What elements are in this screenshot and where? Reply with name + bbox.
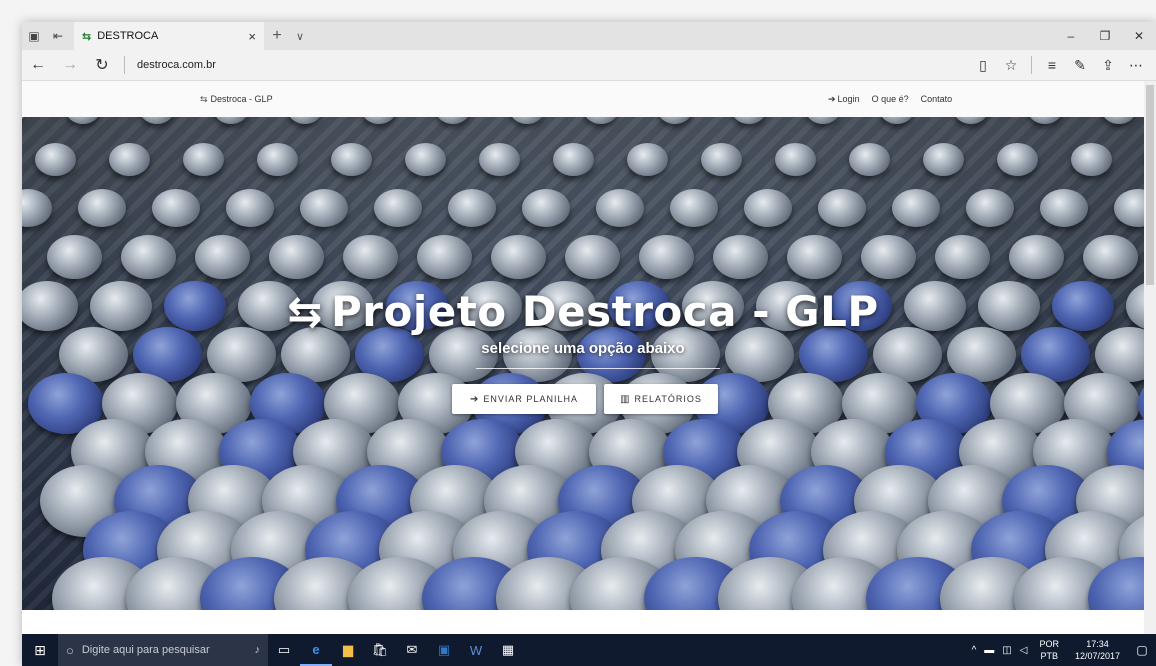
nav-about[interactable]: O que é? <box>872 94 909 105</box>
tab-menu-button[interactable]: ∨ <box>290 30 310 43</box>
tab-bar: ▣ ⇤ ⇆ DESTROCA × + ∨ – ❐ ✕ <box>22 22 1156 50</box>
lang-line1: POR <box>1039 639 1059 649</box>
window-controls: – ❐ ✕ <box>1054 22 1156 50</box>
search-placeholder: Digite aqui para pesquisar <box>81 644 210 656</box>
enviar-planilha-button[interactable]: ➔ ENVIAR PLANILHA <box>452 384 596 414</box>
system-tray: ^ ▬ ◫ ◁ POR PTB 17:34 12/07/2017 ▢ <box>968 638 1156 662</box>
reading-view-icon[interactable]: ▯ <box>969 57 997 74</box>
page-scrollbar[interactable] <box>1144 81 1156 644</box>
relatorios-button[interactable]: ▥ RELATÓRIOS <box>604 384 718 414</box>
browser-window: ▣ ⇤ ⇆ DESTROCA × + ∨ – ❐ ✕ ← → ↻ destroc… <box>22 22 1156 666</box>
login-icon: ➔ <box>470 393 480 405</box>
new-tab-button[interactable]: + <box>264 27 290 45</box>
tray-expand-icon[interactable]: ^ <box>972 645 977 656</box>
enviar-label: ENVIAR PLANILHA <box>483 394 578 404</box>
taskbar-clock[interactable]: 17:34 12/07/2017 <box>1075 638 1120 662</box>
hero-section: ⇆ Projeto Destroca - GLP selecione uma op… <box>22 117 1144 610</box>
favorite-star-icon[interactable]: ☆ <box>997 57 1025 74</box>
hero-title-text: Projeto Destroca - GLP <box>330 287 879 336</box>
cortana-icon: ○ <box>66 642 74 658</box>
forward-icon[interactable]: → <box>54 56 86 74</box>
minimize-icon[interactable]: – <box>1054 22 1088 50</box>
browser-tab[interactable]: ⇆ DESTROCA × <box>74 22 264 50</box>
nav-login[interactable]: ➔ Login <box>828 94 860 105</box>
hero-divider <box>476 368 720 369</box>
relatorios-label: RELATÓRIOS <box>634 394 702 404</box>
windows-taskbar: ⊞ ○ Digite aqui para pesquisar ♪ ▭ e ▆ 🛍… <box>22 634 1156 666</box>
task-view-icon[interactable]: ▭ <box>268 634 300 666</box>
close-window-icon[interactable]: ✕ <box>1122 22 1156 50</box>
language-indicator[interactable]: POR PTB <box>1039 638 1059 662</box>
close-icon[interactable]: × <box>248 29 256 44</box>
address-bar: ← → ↻ destroca.com.br ▯ ☆ ≡ ✎ ⇪ ⋯ <box>22 50 1156 81</box>
hero-title: ⇆ Projeto Destroca - GLP <box>22 287 1144 336</box>
destroca-favicon: ⇆ <box>82 30 92 43</box>
more-icon[interactable]: ⋯ <box>1122 57 1150 74</box>
explorer-icon[interactable]: ▆ <box>332 634 364 666</box>
edge-icon[interactable]: e <box>300 634 332 666</box>
refresh-icon[interactable]: ↻ <box>86 55 118 75</box>
outlook-icon[interactable]: ▣ <box>428 634 460 666</box>
mail-icon[interactable]: ✉ <box>396 634 428 666</box>
retweet-icon: ⇆ <box>287 287 323 336</box>
mic-icon[interactable]: ♪ <box>255 644 261 656</box>
hub-icon[interactable]: ≡ <box>1038 57 1066 73</box>
volume-icon[interactable]: ◁ <box>1020 645 1028 656</box>
tab-preview-icon[interactable]: ▣ <box>22 22 46 50</box>
brand-label: Destroca - GLP <box>210 94 273 104</box>
tab-title: DESTROCA <box>97 30 159 42</box>
network-icon[interactable]: ◫ <box>1002 645 1011 656</box>
windows-start-icon[interactable]: ⊞ <box>22 642 58 659</box>
nav-login-label: Login <box>837 94 860 104</box>
site-brand[interactable]: ⇆ Destroca - GLP <box>200 94 273 105</box>
hero-content: ⇆ Projeto Destroca - GLP selecione uma op… <box>22 117 1144 610</box>
maximize-icon[interactable]: ❐ <box>1088 22 1122 50</box>
retweet-icon: ⇆ <box>200 94 208 104</box>
lang-line2: PTB <box>1040 651 1058 661</box>
notes-icon[interactable]: ✎ <box>1066 57 1094 74</box>
site-navbar: ⇆ Destroca - GLP ➔ Login O que é? Contato <box>22 81 1156 118</box>
nav-contact[interactable]: Contato <box>921 94 953 105</box>
site-nav-links: ➔ Login O que é? Contato <box>828 94 952 105</box>
calculator-icon[interactable]: ▦ <box>492 634 524 666</box>
notification-icon[interactable]: ▢ <box>1128 643 1156 657</box>
clock-time: 17:34 <box>1086 639 1109 649</box>
scrollbar-thumb[interactable] <box>1146 85 1154 285</box>
screenshot-frame: ▣ ⇤ ⇆ DESTROCA × + ∨ – ❐ ✕ ← → ↻ destroc… <box>0 0 1156 666</box>
tab-aside-icon[interactable]: ⇤ <box>46 22 70 50</box>
toolbar-right: ▯ ☆ ≡ ✎ ⇪ ⋯ <box>969 56 1150 74</box>
login-icon: ➔ <box>828 94 836 104</box>
hero-subtitle: selecione uma opção abaixo <box>481 340 685 357</box>
taskbar-search[interactable]: ○ Digite aqui para pesquisar ♪ <box>58 634 268 666</box>
battery-icon[interactable]: ▬ <box>984 645 994 656</box>
word-icon[interactable]: W <box>460 634 492 666</box>
share-icon[interactable]: ⇪ <box>1094 57 1122 74</box>
clock-date: 12/07/2017 <box>1074 651 1120 661</box>
url-field[interactable]: destroca.com.br <box>124 56 969 74</box>
toolbar-divider <box>1031 56 1032 74</box>
chart-icon: ▥ <box>620 393 631 405</box>
back-icon[interactable]: ← <box>22 56 54 74</box>
store-icon[interactable]: 🛍 <box>364 634 396 666</box>
